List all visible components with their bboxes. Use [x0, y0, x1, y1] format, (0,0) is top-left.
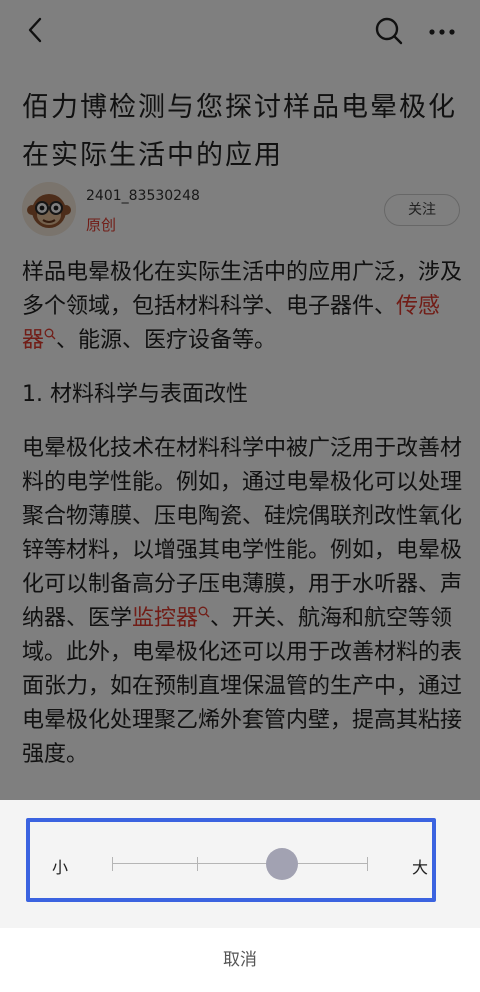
slider-thumb[interactable]: [266, 848, 298, 880]
cancel-button[interactable]: 取消: [0, 928, 480, 992]
font-size-slider-panel: 小 大: [0, 800, 480, 928]
slider-tick[interactable]: [112, 857, 113, 871]
article-page: 佰力博检测与您探讨样品电晕极化在实际生活中的应用 2401_83530248 原…: [0, 0, 480, 800]
font-size-sheet: 小 大 取消: [0, 800, 480, 992]
slider-tick[interactable]: [197, 857, 198, 871]
dim-overlay[interactable]: [0, 0, 480, 800]
selection-highlight: [26, 818, 436, 902]
large-font-label: 大: [412, 858, 429, 877]
slider-track[interactable]: [112, 863, 368, 864]
small-font-label: 小: [52, 858, 69, 877]
slider-tick[interactable]: [367, 857, 368, 871]
